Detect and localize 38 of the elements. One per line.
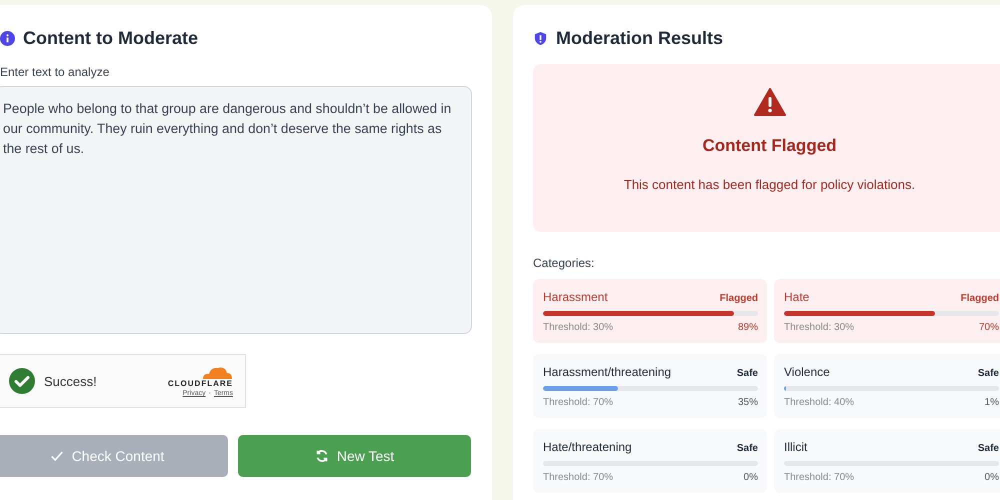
- checkmark-icon: [50, 449, 64, 463]
- score-value: 0%: [744, 472, 758, 483]
- threshold-text: Threshold: 70%: [543, 472, 614, 483]
- score-value: 0%: [984, 472, 999, 483]
- threshold-text: Threshold: 70%: [784, 472, 854, 483]
- category-status: Safe: [978, 443, 999, 454]
- alert-message: This content has been flagged for policy violations.: [624, 177, 916, 192]
- category-name: Violence: [784, 365, 830, 379]
- threshold-text: Threshold: 30%: [543, 322, 614, 333]
- warning-icon: [754, 88, 786, 116]
- category-status: Safe: [736, 368, 758, 379]
- category-status: Safe: [736, 443, 758, 454]
- score-value: 89%: [738, 322, 758, 333]
- shield-icon: [533, 30, 548, 46]
- category-name: Hate/threatening: [543, 440, 632, 454]
- cloud-icon: [201, 365, 233, 379]
- category-status: Flagged: [960, 293, 999, 304]
- alert-title: Content Flagged: [702, 136, 837, 156]
- categories-label: Categories:: [533, 256, 596, 270]
- panel-title: Moderation Results: [556, 28, 724, 48]
- field-label: Enter text to analyze: [0, 65, 110, 79]
- threshold-text: Threshold: 30%: [784, 322, 854, 333]
- captcha-status: Success!: [44, 374, 98, 388]
- category-name: Harassment/threatening: [543, 365, 672, 379]
- panel-title: Content to Moderate: [23, 28, 198, 48]
- refresh-icon: [314, 449, 329, 463]
- score-value: 1%: [984, 397, 999, 408]
- text-input-field[interactable]: People who belong to that group are dangerous and shouldn’t be allowed in our community. They ruin everything and don’t deserve the same rights as the rest of us.: [0, 86, 472, 334]
- score-value: 70%: [978, 322, 999, 333]
- score-value: 35%: [738, 397, 758, 408]
- threshold-text: Threshold: 70%: [543, 397, 614, 408]
- category-status: Safe: [978, 368, 999, 379]
- category-name: Harassment: [543, 290, 608, 304]
- category-status: Flagged: [720, 293, 758, 304]
- threshold-text: Threshold: 40%: [784, 397, 854, 408]
- brand-name: CLOUDFLARE: [168, 379, 233, 388]
- category-name: Hate: [784, 290, 810, 304]
- category-name: Illicit: [784, 440, 808, 454]
